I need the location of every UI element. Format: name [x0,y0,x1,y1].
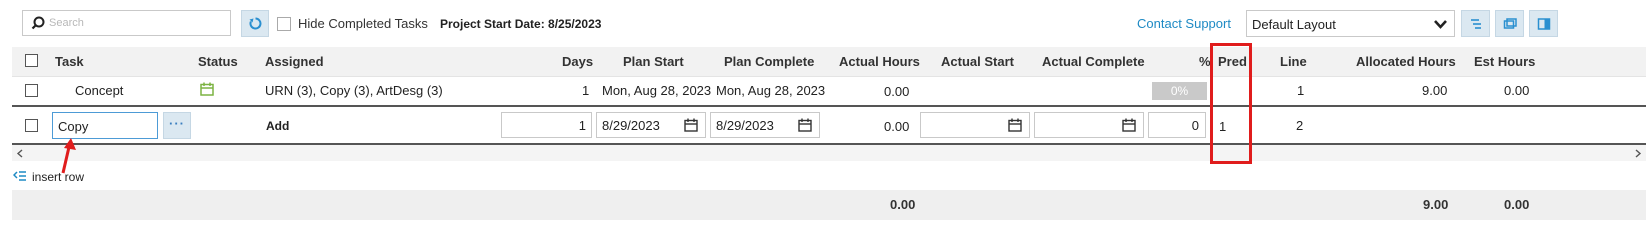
calendar-icon[interactable] [684,118,698,132]
more-options-button[interactable]: ··· [163,112,191,139]
plan-start-value: Mon, Aug 28, 2023 [602,83,712,98]
total-est-hours: 0.00 [1504,197,1530,212]
project-start-date: Project Start Date: 8/25/2023 [440,17,602,31]
col-est-hours[interactable]: Est Hours [1474,54,1535,69]
side-panel-icon [1537,18,1551,30]
days-value: 1 [582,83,590,98]
row-checkbox[interactable] [25,119,38,132]
col-days[interactable]: Days [562,54,593,69]
side-panel-button[interactable] [1529,10,1558,37]
outline-icon [1471,19,1481,29]
pred-column-highlight [1210,43,1252,164]
days-input[interactable]: 1 [501,112,592,138]
actual-start-input[interactable] [920,112,1030,138]
calendar-icon[interactable] [1008,118,1022,132]
col-actual-hours[interactable]: Actual Hours [839,54,920,69]
line-value: 2 [1296,118,1304,133]
total-actual-hours: 0.00 [890,197,916,212]
total-allocated-hours: 9.00 [1423,197,1449,212]
actual-complete-input[interactable] [1034,112,1144,138]
contact-support-link[interactable]: Contact Support [1137,16,1231,31]
col-task[interactable]: Task [55,54,84,69]
search-icon [31,16,45,33]
col-actual-start[interactable]: Actual Start [941,54,1014,69]
col-plan-start[interactable]: Plan Start [623,54,684,69]
window-button[interactable] [1495,10,1524,37]
totals-row [12,190,1646,220]
plan-complete-input[interactable]: 8/29/2023 [710,112,820,138]
layout-select-value: Default Layout [1252,17,1336,32]
col-status[interactable]: Status [198,54,238,69]
row-divider [12,105,1646,107]
annotation-arrow [61,138,76,174]
insert-row-icon[interactable] [12,170,27,185]
chevron-down-icon [1434,20,1447,29]
window-icon [1503,18,1517,29]
est-hours-value: 0.00 [1504,83,1530,98]
layout-select[interactable]: Default Layout [1246,10,1455,37]
percent-input[interactable]: 0 [1148,112,1206,138]
search-input[interactable] [49,15,224,31]
calendar-icon[interactable] [1122,118,1136,132]
col-allocated-hours[interactable]: Allocated Hours [1356,54,1456,69]
col-line[interactable]: Line [1280,54,1307,69]
col-percent[interactable]: % [1199,54,1211,69]
col-plan-complete[interactable]: Plan Complete [724,54,814,69]
col-assigned[interactable]: Assigned [265,54,324,69]
task-name-input[interactable]: Copy [52,112,158,139]
search-box[interactable] [22,10,231,36]
outline-button[interactable] [1461,10,1490,37]
scroll-right-icon[interactable] [1634,149,1642,158]
calendar-icon[interactable] [798,118,812,132]
row-checkbox[interactable] [25,84,38,97]
scroll-left-icon[interactable] [16,149,24,158]
actual-hours-link[interactable]: 0.00 [884,84,909,99]
refresh-icon [249,17,262,30]
plan-complete-value: Mon, Aug 28, 2023 [716,83,826,98]
add-assignee-link[interactable]: Add [266,119,289,133]
row-divider [12,76,1646,77]
select-all-checkbox[interactable] [25,54,38,67]
hide-completed-checkbox[interactable] [277,17,291,31]
plan-start-input[interactable]: 8/29/2023 [596,112,706,138]
calendar-status-icon[interactable] [200,82,214,99]
horizontal-scrollbar[interactable] [12,145,1646,161]
refresh-button[interactable] [241,10,269,37]
hide-completed-label: Hide Completed Tasks [298,16,428,31]
task-name[interactable]: Concept [75,83,123,98]
assigned-link[interactable]: URN (3), Copy (3), ArtDesg (3) [265,83,443,98]
allocated-hours-value: 9.00 [1422,83,1448,98]
percent-complete-bar: 0% [1152,82,1207,100]
line-value: 1 [1297,83,1305,98]
col-actual-complete[interactable]: Actual Complete [1042,54,1145,69]
actual-hours-link[interactable]: 0.00 [884,119,909,134]
